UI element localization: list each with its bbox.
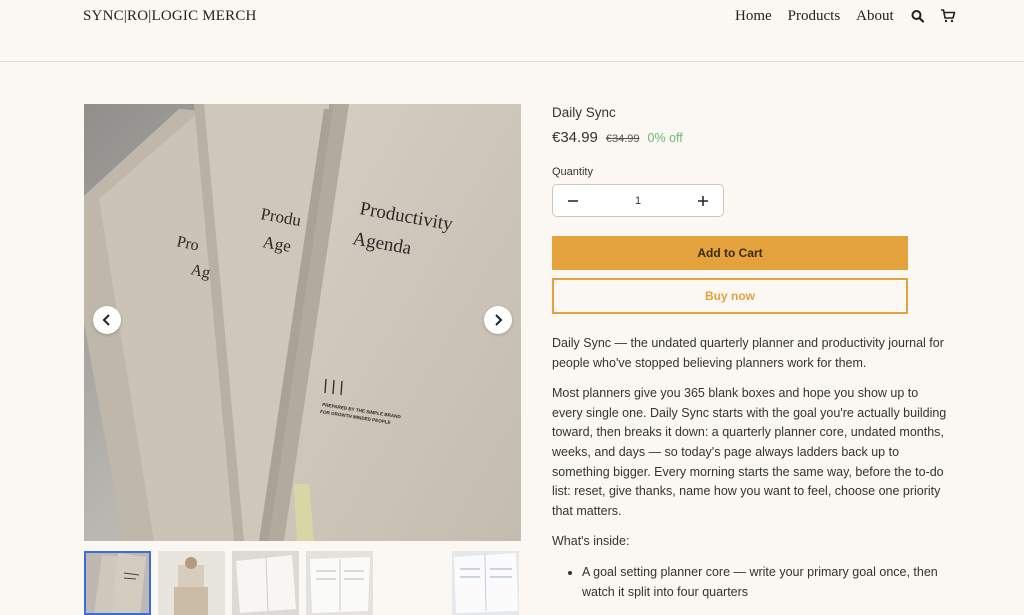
product-description: Daily Sync — the undated quarterly plann… [552,334,952,602]
product-main-image[interactable]: Productivity Agenda Produ Age Pro Ag PRE… [84,104,521,541]
whats-inside-list: A goal setting planner core — write your… [582,563,952,602]
nav-about[interactable]: About [856,8,894,25]
nav-products[interactable]: Products [788,8,841,25]
plus-icon [698,195,708,206]
description-intro: Daily Sync — the undated quarterly plann… [552,336,944,370]
quantity-increase-button[interactable] [693,191,713,211]
gallery-next-button[interactable] [484,306,512,334]
chevron-right-icon [495,314,503,326]
compare-price: €34.99 [605,133,640,145]
price-row: €34.99 €34.99 0% off [552,129,683,146]
gallery-prev-button[interactable] [93,306,121,334]
whats-inside-heading: What's inside: [552,534,630,549]
main-nav: Home Products About [735,8,894,25]
thumbnail-2[interactable] [158,551,225,615]
thumbnail-5[interactable] [452,551,519,615]
quantity-label: Quantity [552,166,593,178]
description-body: Most planners give you 365 blank boxes a… [552,386,947,518]
nav-home[interactable]: Home [735,8,772,25]
product-price: €34.99 [552,129,598,146]
list-item: A goal setting planner core — write your… [582,563,952,602]
site-logo[interactable]: SYNC|RO|LOGIC MERCH [83,8,257,25]
quantity-decrease-button[interactable] [563,191,583,211]
search-icon[interactable] [911,8,925,29]
site-header: SYNC|RO|LOGIC MERCH Home Products About [0,0,1024,62]
add-to-cart-button[interactable]: Add to Cart [552,236,908,270]
buy-now-button[interactable]: Buy now [552,278,908,314]
thumbnail-1[interactable] [84,551,151,615]
quantity-input[interactable]: 1 [608,195,668,207]
discount-badge: 0% off [647,131,683,145]
minus-icon [568,199,578,202]
product-title: Daily Sync [552,105,616,120]
thumbnail-3[interactable] [232,551,299,615]
cart-icon[interactable] [940,8,956,29]
quantity-stepper: 1 [552,184,724,217]
thumbnail-4[interactable] [306,551,373,615]
chevron-left-icon [102,314,110,326]
